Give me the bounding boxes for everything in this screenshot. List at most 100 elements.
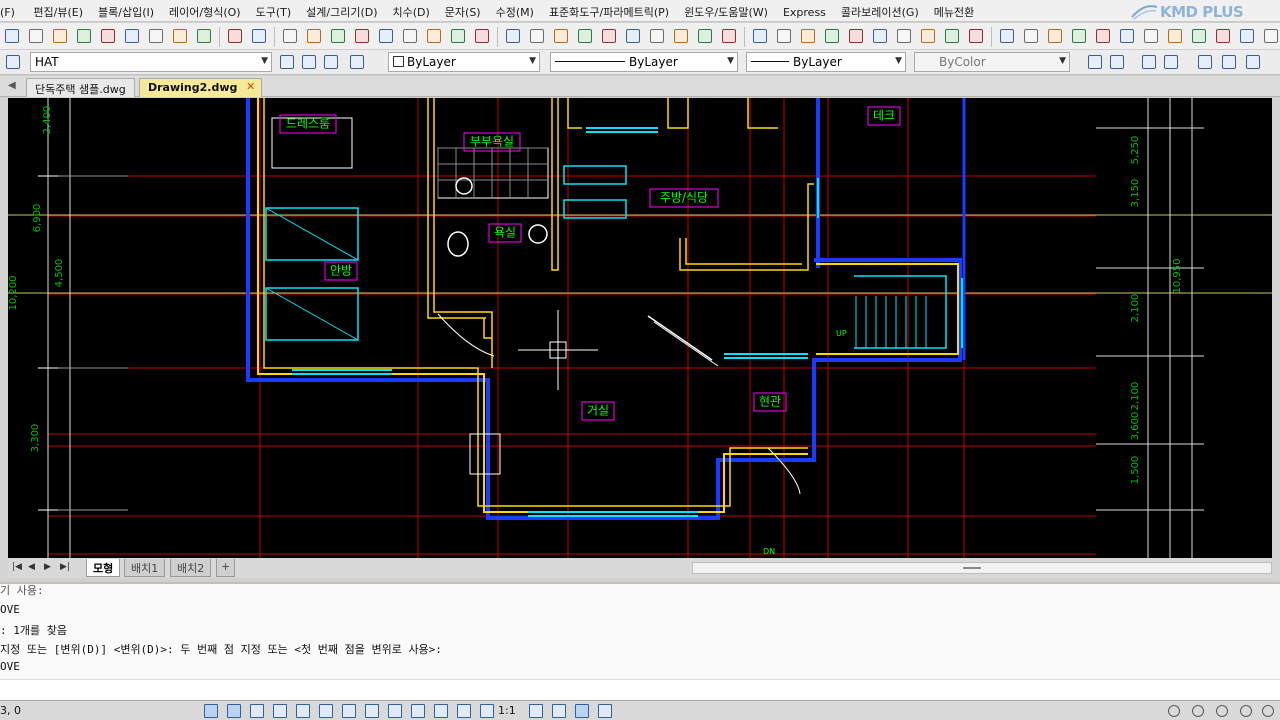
selection-cycling-icon[interactable] [433,703,449,719]
command-window[interactable]: 기 사용: OVE : 1개를 찾음 지정 또는 [변위(D)] <변위(D)>… [0,582,1280,700]
layer-lock-icon[interactable] [551,26,571,46]
menu-item-9[interactable]: 윈도우/도움말(W) [676,0,775,21]
linetype-dropdown[interactable]: ByLayer ▼ [550,52,738,72]
gradient-icon[interactable] [942,26,962,46]
viewport-two-icon[interactable] [1220,53,1239,72]
layer-off-icon[interactable] [527,26,547,46]
menu-item-7[interactable]: 수정(M) [488,0,541,21]
file-tab-drawing2[interactable]: Drawing2.dwg ✕ [139,78,263,97]
horizontal-scrollbar[interactable] [692,562,1272,574]
customize-icon[interactable] [1260,703,1276,719]
add-layout-button[interactable]: + [216,559,236,577]
open-file-icon[interactable] [26,26,46,46]
lightbulb-icon[interactable] [1214,703,1230,719]
menu-item-11[interactable]: 콜라보레이션(G) [833,0,926,21]
file-tab-sample[interactable]: 단독주택 샘플.dwg [26,78,135,97]
layer-previous-icon[interactable] [300,53,319,72]
grid-display-icon[interactable] [226,703,242,719]
zoom-previous-icon[interactable] [352,26,372,46]
hatch-icon[interactable] [918,26,938,46]
sheet-set-icon[interactable] [448,26,468,46]
transparency-icon[interactable] [410,703,426,719]
isolate-objects-icon[interactable] [574,703,590,719]
ole-icon[interactable] [1117,26,1137,46]
layer-match-icon[interactable] [322,53,341,72]
layer-isolate-icon[interactable] [348,53,367,72]
viewport-four-icon[interactable] [1244,53,1263,72]
mtext-icon[interactable] [894,26,914,46]
layer-manager-icon[interactable] [4,53,23,72]
text-icon[interactable] [870,26,890,46]
first-tab-icon[interactable]: |◀ [12,562,22,572]
hardware-acceleration-icon[interactable] [597,703,613,719]
3d-osnap-icon[interactable] [456,703,472,719]
measure-icon[interactable] [1141,26,1161,46]
properties-icon[interactable] [376,26,396,46]
menu-item-2[interactable]: 레이어/형식(O) [161,0,248,21]
layer-iso-icon[interactable] [575,26,595,46]
menu-item-8[interactable]: 표준화도구/파라메트릭(P) [541,0,676,21]
block-editor-icon[interactable] [750,26,770,46]
design-center-icon[interactable] [400,26,420,46]
isometric-draft-icon[interactable] [318,703,334,719]
layer-dropdown[interactable]: HAT ▼ [30,52,272,72]
annotation-scale[interactable]: 1:1 [498,704,516,717]
clean-screen-icon[interactable] [1238,703,1254,719]
drawing-canvas[interactable]: 드레스룸 부부욕실 주방/식당 데크 욕실 안방 거실 현관 2,400 6,900 4,500 10… [8,98,1272,558]
id-point-icon[interactable] [1213,26,1233,46]
redo-icon[interactable] [249,26,269,46]
dist-icon[interactable] [1261,26,1280,46]
zoom-realtime-icon[interactable] [304,26,324,46]
close-tab-icon[interactable]: ✕ [246,80,255,93]
layer-state-icon[interactable] [719,26,739,46]
field-icon[interactable] [846,26,866,46]
menu-item-10[interactable]: Express [775,2,833,21]
layer-freeze-icon[interactable] [503,26,523,46]
floor-plan-drawing[interactable]: 드레스룸부부욕실주방/식당 데크욕실안방거실 현관 2,400 6,900 4,500 10… [8,98,1272,558]
cut-icon[interactable] [122,26,142,46]
area-icon[interactable] [1165,26,1185,46]
zoom-window-icon[interactable] [328,26,348,46]
lineweight-dropdown[interactable]: ByLayer ▼ [746,52,906,72]
menu-item-6[interactable]: 문자(S) [437,0,488,21]
lock-ui-icon[interactable] [1190,703,1206,719]
last-tab-icon[interactable]: ▶| [60,562,70,572]
layer-previous-icon[interactable] [695,26,715,46]
properties-icon[interactable] [1162,53,1181,72]
scroll-thumb-grip[interactable] [963,567,981,569]
plot-preview-icon[interactable] [98,26,118,46]
xref-icon[interactable] [1069,26,1089,46]
insert-block-icon[interactable] [774,26,794,46]
color-dropdown[interactable]: ByLayer ▼ [388,52,540,72]
object-snap-icon[interactable] [364,703,380,719]
snap-mode-icon[interactable] [249,703,265,719]
layer-state-icon[interactable] [278,53,297,72]
annotation-visibility-icon[interactable] [479,703,495,719]
menu-item-12[interactable]: 메뉴전환 [926,0,981,21]
polar-tracking-icon[interactable] [295,703,311,719]
mleader-icon[interactable] [1140,53,1159,72]
gear-icon[interactable] [1166,703,1182,719]
menu-item-5[interactable]: 치수(D) [385,0,437,21]
distance-icon[interactable] [1189,26,1209,46]
copy-icon[interactable] [146,26,166,46]
tab-scroll-left-icon[interactable]: ◀ [8,80,16,91]
auto-scale-icon[interactable] [528,703,544,719]
viewport-single-icon[interactable] [1196,53,1215,72]
tab-layout1[interactable]: 배치1 [124,559,166,577]
tool-palettes-icon[interactable] [424,26,444,46]
workspace-switch-icon[interactable] [551,703,567,719]
print-icon[interactable] [74,26,94,46]
next-tab-icon[interactable]: ▶ [44,562,51,572]
pan-icon[interactable] [280,26,300,46]
tab-layout2[interactable]: 배치2 [170,559,212,577]
dimstyle-icon[interactable] [1086,53,1105,72]
layer-delete-icon[interactable] [647,26,667,46]
image-icon[interactable] [1093,26,1113,46]
menu-item-1[interactable]: 블록/삽입(I) [90,0,161,21]
command-input[interactable] [0,679,1280,699]
ortho-mode-icon[interactable] [272,703,288,719]
new-file-icon[interactable] [2,26,22,46]
tablestyle-icon[interactable] [1108,53,1127,72]
prev-tab-icon[interactable]: ◀ [28,562,35,572]
